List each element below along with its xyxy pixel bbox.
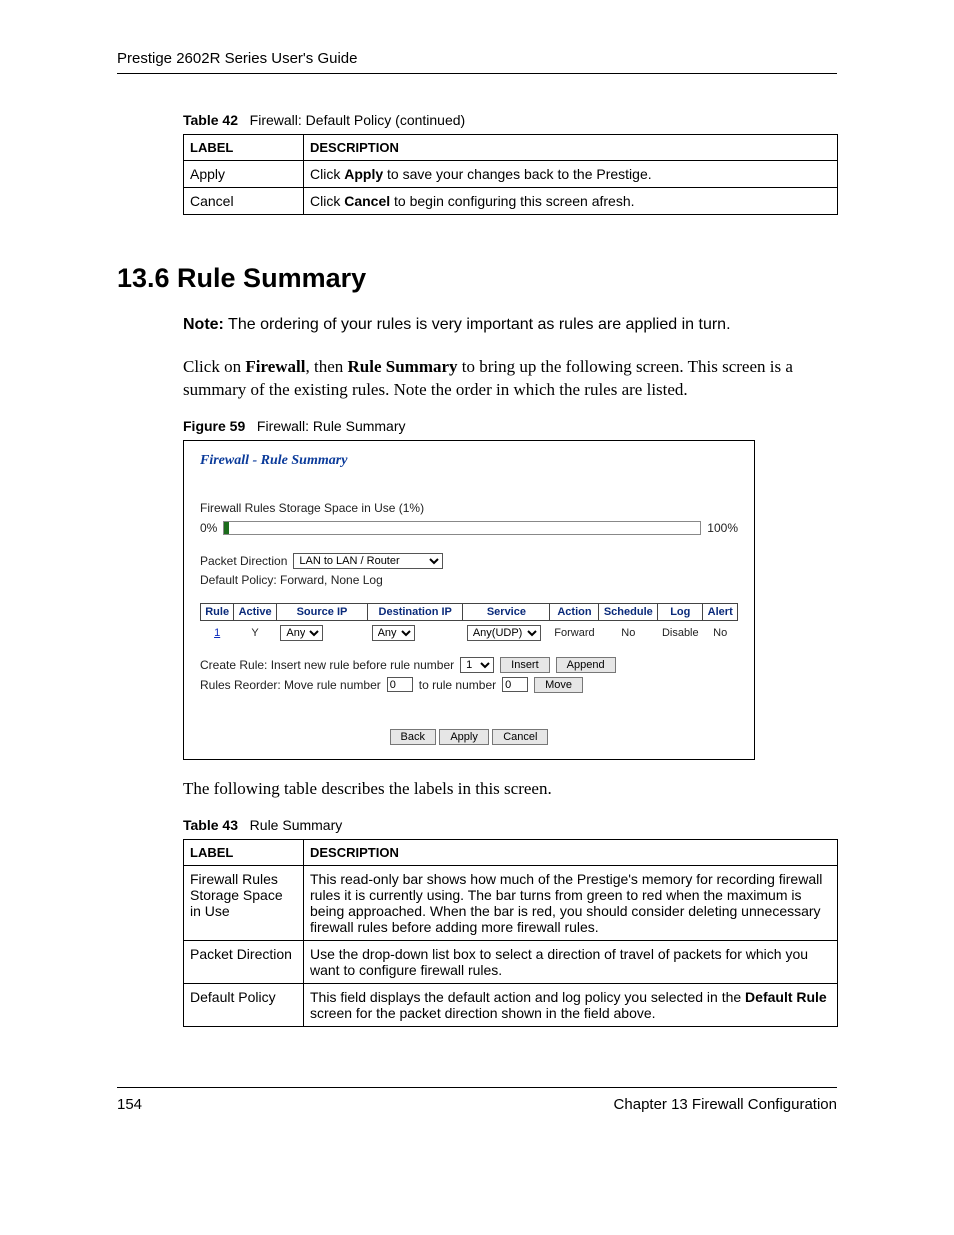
figure59-title: Firewall - Rule Summary <box>184 441 754 475</box>
table43-r0-desc: This read-only bar shows how much of the… <box>304 865 838 940</box>
note-line: Note: The ordering of your rules is very… <box>183 316 837 334</box>
rules-th-source: Source IP <box>276 603 367 620</box>
figure59-box: Firewall - Rule Summary Firewall Rules S… <box>183 440 755 760</box>
section-heading: 13.6 Rule Summary <box>117 263 837 294</box>
dest-ip-select[interactable]: Any <box>372 625 415 641</box>
append-button[interactable]: Append <box>556 657 616 673</box>
after-figure-paragraph: The following table describes the labels… <box>183 778 837 801</box>
cancel-button[interactable]: Cancel <box>492 729 548 745</box>
page-header: Prestige 2602R Series User's Guide <box>117 50 837 74</box>
rule-action: Forward <box>550 620 599 645</box>
table43-head-desc: DESCRIPTION <box>304 839 838 865</box>
packet-direction-select[interactable]: LAN to LAN / Router <box>293 553 443 569</box>
create-rule-number-select[interactable]: 1 <box>460 657 494 673</box>
rules-th-dest: Destination IP <box>368 603 463 620</box>
packet-direction-label: Packet Direction <box>200 554 287 568</box>
table42-r1-desc: Click Cancel to begin configuring this s… <box>304 188 838 215</box>
table42-r0-label: Apply <box>184 161 304 188</box>
apply-button[interactable]: Apply <box>439 729 489 745</box>
chapter-label: Chapter 13 Firewall Configuration <box>614 1096 837 1113</box>
default-policy-text: Default Policy: Forward, None Log <box>200 573 383 587</box>
rules-th-log: Log <box>658 603 703 620</box>
table-row: Apply Click Apply to save your changes b… <box>184 161 838 188</box>
back-button[interactable]: Back <box>390 729 436 745</box>
table43-r2-desc: This field displays the default action a… <box>304 983 838 1026</box>
intro-paragraph: Click on Firewall, then Rule Summary to … <box>183 356 837 402</box>
rule-alert: No <box>703 620 738 645</box>
table-row: Firewall Rules Storage Space in Use This… <box>184 865 838 940</box>
rule-active: Y <box>234 620 277 645</box>
table42-head-label: LABEL <box>184 135 304 161</box>
source-ip-select[interactable]: Any <box>280 625 323 641</box>
rules-th-rule: Rule <box>201 603 234 620</box>
reorder-to-input[interactable] <box>502 677 528 692</box>
reorder-mid-label: to rule number <box>419 678 496 692</box>
table42-head-desc: DESCRIPTION <box>304 135 838 161</box>
rules-th-alert: Alert <box>703 603 738 620</box>
table43-r1-label: Packet Direction <box>184 940 304 983</box>
table43: LABEL DESCRIPTION Firewall Rules Storage… <box>183 839 838 1027</box>
table42-caption-num: Table 42 <box>183 112 238 128</box>
reorder-label: Rules Reorder: Move rule number <box>200 678 381 692</box>
rules-th-action: Action <box>550 603 599 620</box>
table43-r0-label: Firewall Rules Storage Space in Use <box>184 865 304 940</box>
storage-bar <box>223 521 701 535</box>
reorder-from-input[interactable] <box>387 677 413 692</box>
table42-caption: Table 42 Firewall: Default Policy (conti… <box>183 112 837 128</box>
table43-caption: Table 43 Rule Summary <box>183 817 837 833</box>
rules-th-active: Active <box>234 603 277 620</box>
storage-bar-fill <box>224 522 229 534</box>
rule-log: Disable <box>658 620 703 645</box>
figure59-caption: Figure 59 Firewall: Rule Summary <box>183 418 837 434</box>
page-number: 154 <box>117 1096 142 1113</box>
table-row: 1 Y Any Any Any(UDP) Forward No Disable … <box>201 620 738 645</box>
storage-label: Firewall Rules Storage Space in Use (1%) <box>200 501 738 515</box>
table42-r0-desc: Click Apply to save your changes back to… <box>304 161 838 188</box>
insert-button[interactable]: Insert <box>500 657 550 673</box>
table43-head-label: LABEL <box>184 839 304 865</box>
page-footer: 154 Chapter 13 Firewall Configuration <box>117 1087 837 1113</box>
table-row: Default Policy This field displays the d… <box>184 983 838 1026</box>
move-button[interactable]: Move <box>534 677 583 693</box>
rules-table: Rule Active Source IP Destination IP Ser… <box>200 603 738 645</box>
table-row: Packet Direction Use the drop-down list … <box>184 940 838 983</box>
rule-schedule: No <box>599 620 658 645</box>
table42-r1-label: Cancel <box>184 188 304 215</box>
table43-r1-desc: Use the drop-down list box to select a d… <box>304 940 838 983</box>
bar-right-label: 100% <box>707 521 738 535</box>
table43-r2-label: Default Policy <box>184 983 304 1026</box>
create-rule-label: Create Rule: Insert new rule before rule… <box>200 658 454 672</box>
service-select[interactable]: Any(UDP) <box>467 625 541 641</box>
rule-number-link[interactable]: 1 <box>214 627 220 639</box>
rules-th-service: Service <box>463 603 550 620</box>
table42-caption-text: Firewall: Default Policy (continued) <box>250 112 466 128</box>
table-row: Cancel Click Cancel to begin configuring… <box>184 188 838 215</box>
rules-th-schedule: Schedule <box>599 603 658 620</box>
bar-left-label: 0% <box>200 521 217 535</box>
table42: LABEL DESCRIPTION Apply Click Apply to s… <box>183 134 838 215</box>
